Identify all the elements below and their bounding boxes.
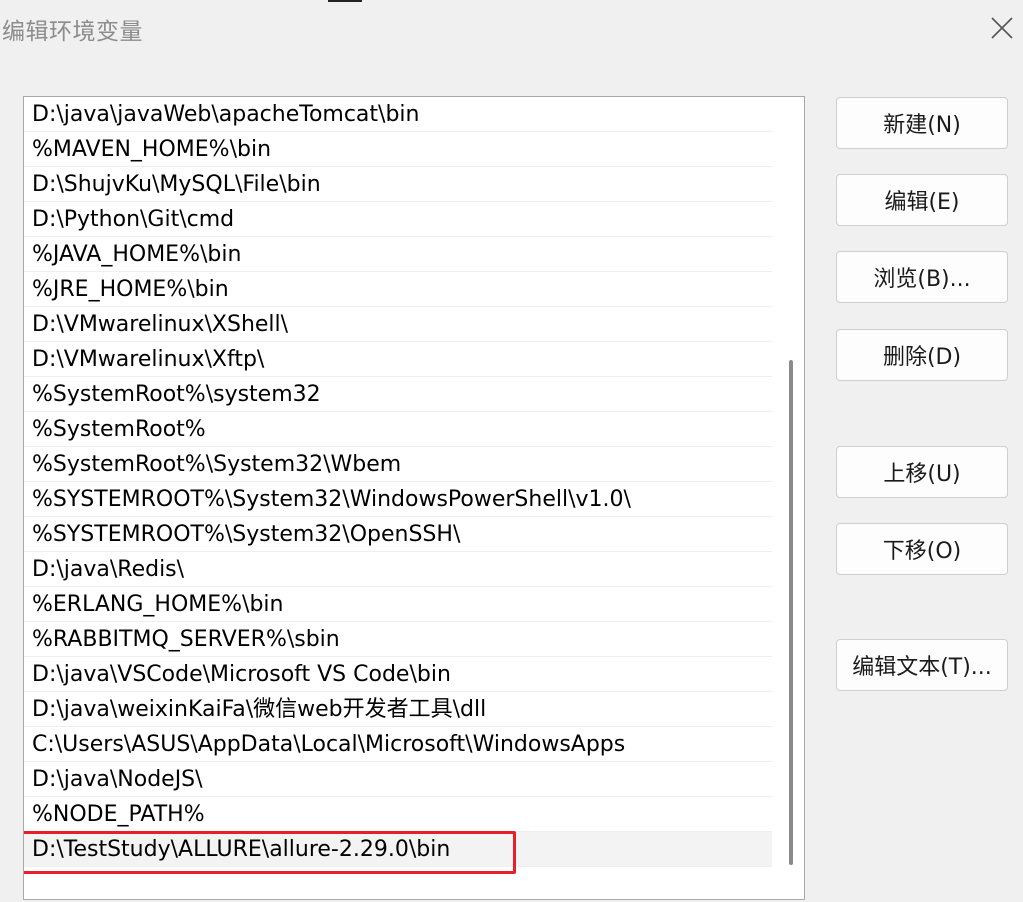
path-list-item-text: D:\TestStudy\ALLURE\allure-2.29.0\bin <box>32 837 451 862</box>
path-list-item-text: D:\java\javaWeb\apacheTomcat\bin <box>32 102 420 127</box>
top-edge-mark <box>328 0 362 2</box>
edit-text-button[interactable]: 编辑文本(T)... <box>836 639 1008 691</box>
path-list-item[interactable]: %JRE_HOME%\bin <box>24 272 772 307</box>
close-button[interactable] <box>980 6 1023 50</box>
path-list-item-text: C:\Users\ASUS\AppData\Local\Microsoft\Wi… <box>32 732 626 757</box>
path-list-item-text: D:\java\Redis\ <box>32 557 185 582</box>
path-list-item[interactable]: C:\Users\ASUS\AppData\Local\Microsoft\Wi… <box>24 727 772 762</box>
close-icon <box>991 17 1013 39</box>
path-list-item-text: %SystemRoot% <box>32 417 206 442</box>
path-list-item[interactable]: D:\ShujvKu\MySQL\File\bin <box>24 167 772 202</box>
edit-button[interactable]: 编辑(E) <box>836 174 1008 226</box>
path-list-item[interactable]: D:\java\weixinKaiFa\微信web开发者工具\dll <box>24 692 772 727</box>
path-list-item-text: %SystemRoot%\system32 <box>32 382 321 407</box>
browse-button[interactable]: 浏览(B)... <box>836 251 1008 303</box>
path-list-item-text: %SystemRoot%\System32\Wbem <box>32 452 402 477</box>
path-list-rows: D:\java\javaWeb\apacheTomcat\bin %MAVEN_H… <box>24 97 772 874</box>
path-list-item-text: D:\java\NodeJS\ <box>32 767 203 792</box>
path-list-item-text: D:\VMwarelinux\XShell\ <box>32 312 289 337</box>
path-list-item-text: D:\VMwarelinux\Xftp\ <box>32 347 265 372</box>
path-list-item-text: %ERLANG_HOME%\bin <box>32 592 284 617</box>
path-list-item[interactable]: %JAVA_HOME%\bin <box>24 237 772 272</box>
path-list-item-text: %SYSTEMROOT%\System32\OpenSSH\ <box>32 522 461 547</box>
path-list-item-text: %NODE_PATH% <box>32 802 205 827</box>
path-list-item-text: %MAVEN_HOME%\bin <box>32 137 272 162</box>
path-list-item[interactable]: %SYSTEMROOT%\System32\OpenSSH\ <box>24 517 772 552</box>
path-list-item[interactable]: %SYSTEMROOT%\System32\WindowsPowerShell\… <box>24 482 772 517</box>
path-list-item[interactable]: %RABBITMQ_SERVER%\sbin <box>24 622 772 657</box>
path-list-item-text: %JAVA_HOME%\bin <box>32 242 242 267</box>
path-list-item[interactable]: %NODE_PATH% <box>24 797 772 832</box>
path-list-item-text: D:\ShujvKu\MySQL\File\bin <box>32 172 321 197</box>
scrollbar-thumb[interactable] <box>789 360 793 865</box>
title-bar: 编辑环境变量 <box>0 0 1023 58</box>
move-down-button[interactable]: 下移(O) <box>836 523 1008 575</box>
window-title: 编辑环境变量 <box>2 19 143 45</box>
path-list-item-text: %SYSTEMROOT%\System32\WindowsPowerShell\… <box>32 487 631 512</box>
path-list-item[interactable]: D:\Python\Git\cmd <box>24 202 772 237</box>
new-button[interactable]: 新建(N) <box>836 97 1008 149</box>
delete-button[interactable]: 删除(D) <box>836 329 1008 381</box>
vertical-scrollbar[interactable] <box>788 97 804 899</box>
path-list-item[interactable]: %MAVEN_HOME%\bin <box>24 132 772 167</box>
path-list-item[interactable]: D:\VMwarelinux\XShell\ <box>24 307 772 342</box>
path-list[interactable]: D:\java\javaWeb\apacheTomcat\bin %MAVEN_H… <box>23 96 805 900</box>
path-list-item[interactable]: D:\VMwarelinux\Xftp\ <box>24 342 772 377</box>
path-list-item[interactable]: D:\java\VSCode\Microsoft VS Code\bin <box>24 657 772 692</box>
path-list-item-text: D:\Python\Git\cmd <box>32 207 235 232</box>
path-list-item[interactable]: D:\java\Redis\ <box>24 552 772 587</box>
path-list-item[interactable]: %ERLANG_HOME%\bin <box>24 587 772 622</box>
path-list-item-text: D:\java\weixinKaiFa\微信web开发者工具\dll <box>32 697 487 722</box>
move-up-button[interactable]: 上移(U) <box>836 446 1008 498</box>
path-list-item[interactable]: D:\TestStudy\ALLURE\allure-2.29.0\bin <box>24 831 772 874</box>
path-list-item[interactable]: %SystemRoot% <box>24 412 772 447</box>
path-list-item-text: %JRE_HOME%\bin <box>32 277 229 302</box>
path-list-item[interactable]: %SystemRoot%\system32 <box>24 377 772 412</box>
path-list-item-text: %RABBITMQ_SERVER%\sbin <box>32 627 340 652</box>
path-list-item-text: D:\java\VSCode\Microsoft VS Code\bin <box>32 662 451 687</box>
path-list-item[interactable]: D:\java\javaWeb\apacheTomcat\bin <box>24 97 772 132</box>
path-list-item[interactable]: D:\java\NodeJS\ <box>24 762 772 797</box>
path-list-item[interactable]: %SystemRoot%\System32\Wbem <box>24 447 772 482</box>
